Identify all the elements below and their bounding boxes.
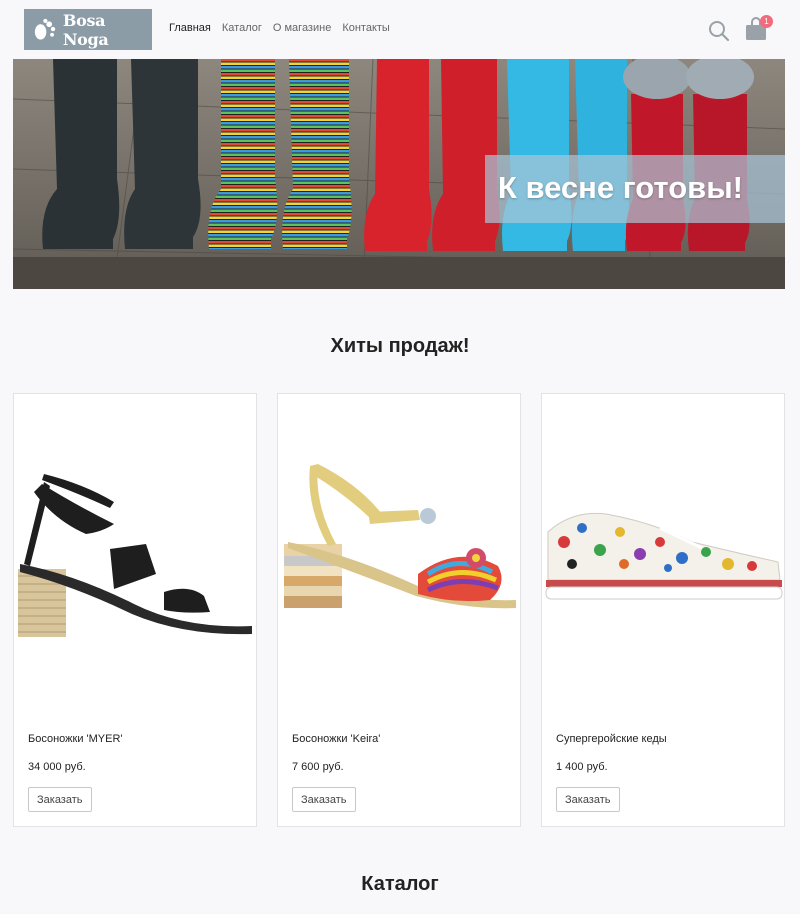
- logo[interactable]: Bosa Noga: [24, 9, 152, 50]
- top-sales-list: Босоножки 'MYER' 34 000 руб. Заказать Бо…: [13, 393, 785, 827]
- cart-button[interactable]: 1: [744, 15, 774, 43]
- product-image: [284, 464, 516, 609]
- nav-catalog[interactable]: Каталог: [222, 22, 262, 34]
- nav-about[interactable]: О магазине: [273, 22, 331, 34]
- product-name: Босоножки 'MYER': [28, 733, 123, 745]
- product-card[interactable]: Босоножки 'MYER' 34 000 руб. Заказать: [13, 393, 257, 827]
- product-card[interactable]: Супергеройские кеды 1 400 руб. Заказать: [541, 393, 785, 827]
- top-sales-heading: Хиты продаж!: [330, 335, 470, 357]
- product-name: Босоножки 'Keira': [292, 733, 381, 745]
- order-button[interactable]: Заказать: [556, 787, 620, 812]
- nav-home[interactable]: Главная: [169, 22, 211, 34]
- order-button[interactable]: Заказать: [28, 787, 92, 812]
- site-header: Bosa Noga Главная Каталог О магазине Кон…: [0, 0, 800, 59]
- product-name: Супергеройские кеды: [556, 733, 667, 745]
- product-image: [545, 512, 783, 600]
- cart-count-badge: 1: [760, 15, 773, 28]
- nav-contacts[interactable]: Контакты: [342, 22, 390, 34]
- product-price: 34 000 руб.: [28, 761, 86, 773]
- catalog-heading: Каталог: [361, 873, 439, 895]
- hero-banner: К весне готовы!: [13, 59, 785, 289]
- search-icon[interactable]: [708, 20, 730, 42]
- product-price: 7 600 руб.: [292, 761, 344, 773]
- main-nav: Главная Каталог О магазине Контакты: [169, 22, 390, 34]
- logo-footprint-icon: [34, 18, 56, 40]
- product-card[interactable]: Босоножки 'Keira' 7 600 руб. Заказать: [277, 393, 521, 827]
- product-image: [18, 474, 252, 637]
- product-price: 1 400 руб.: [556, 761, 608, 773]
- logo-text: Bosa Noga: [62, 10, 109, 49]
- order-button[interactable]: Заказать: [292, 787, 356, 812]
- hero-title: К весне готовы!: [497, 170, 743, 205]
